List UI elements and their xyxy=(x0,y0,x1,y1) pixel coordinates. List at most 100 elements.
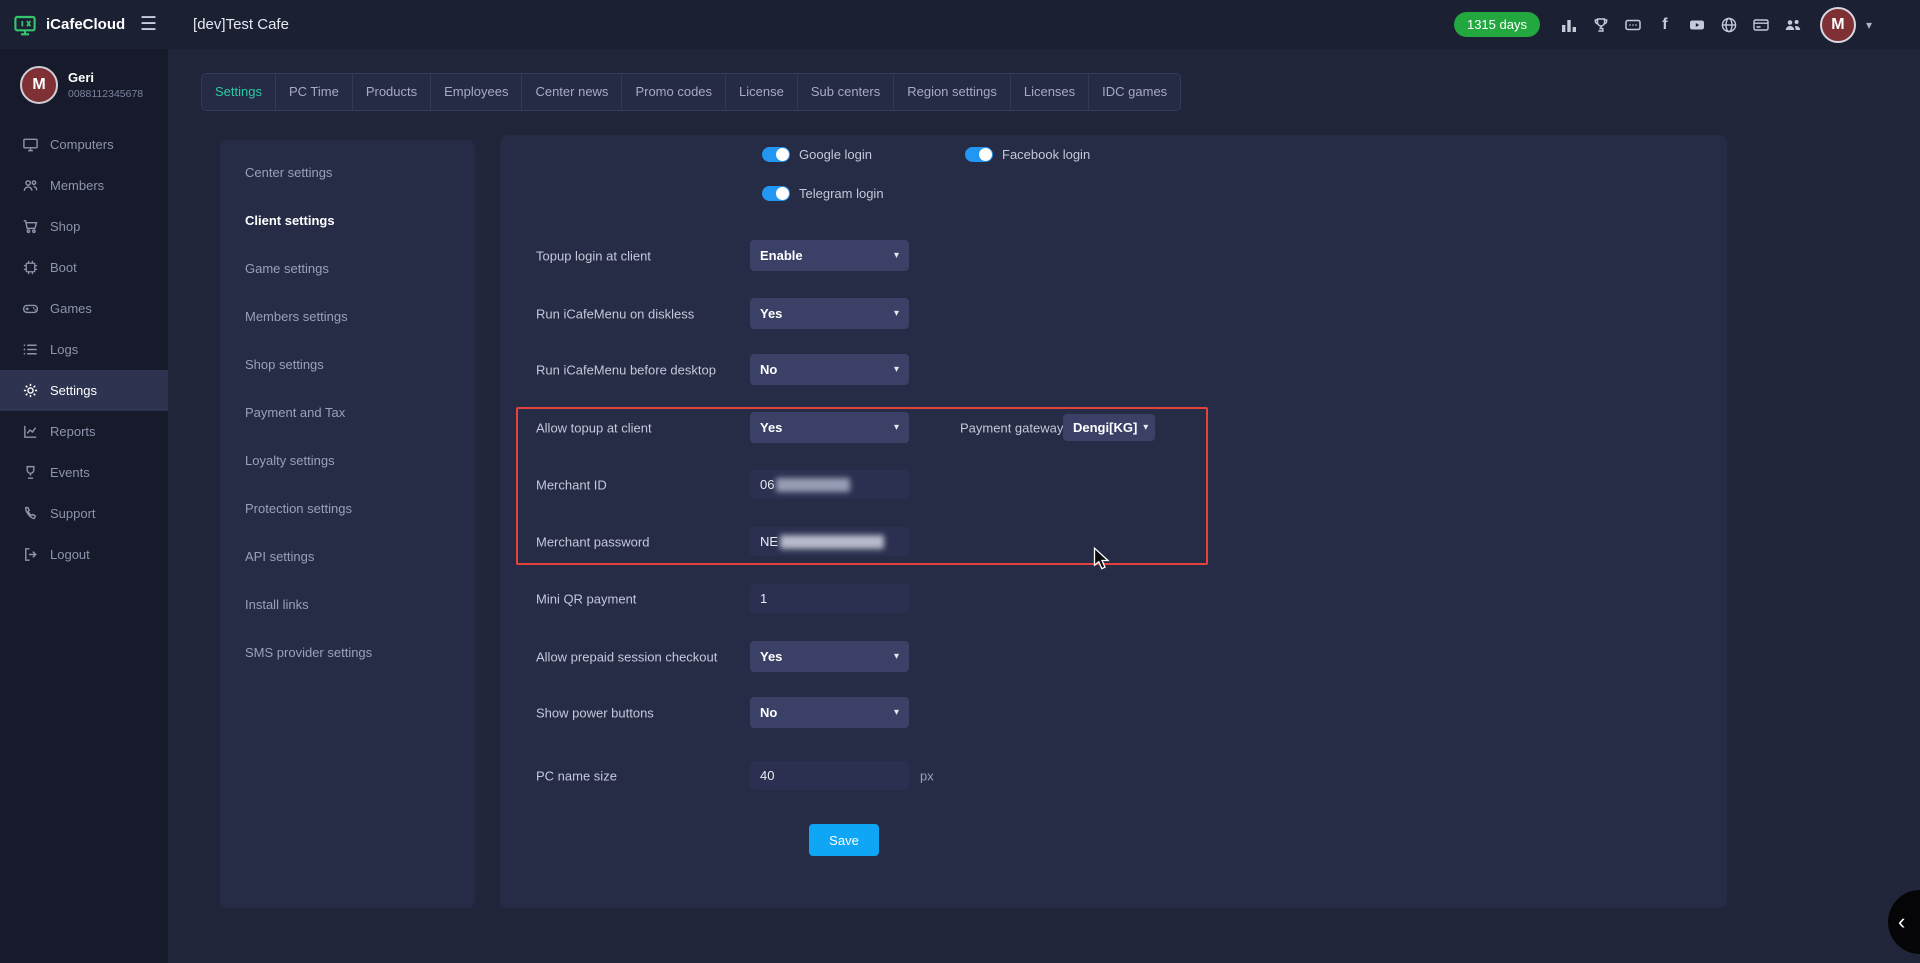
input-value: NE xyxy=(760,534,778,549)
settings-tabbar: Settings PC Time Products Employees Cent… xyxy=(201,73,1181,111)
submenu-item-members-settings[interactable]: Members settings xyxy=(220,292,475,340)
field-label: Topup login at client xyxy=(536,248,651,263)
sidebar-item-games[interactable]: Games xyxy=(0,288,168,329)
settings-submenu: Center settings Client settings Game set… xyxy=(220,140,475,908)
google-login-toggle[interactable] xyxy=(762,147,790,162)
input-value: 1 xyxy=(760,591,767,606)
select-value: Yes xyxy=(760,306,782,321)
form-row-mini-qr: Mini QR payment 1 xyxy=(500,583,1727,614)
team-icon[interactable] xyxy=(1782,14,1804,36)
submenu-item-payment-and-tax[interactable]: Payment and Tax xyxy=(220,388,475,436)
input-value: 06 xyxy=(760,477,774,492)
trophy-icon[interactable] xyxy=(1590,14,1612,36)
license-days-badge[interactable]: 1315 days xyxy=(1454,12,1540,37)
facebook-login-toggle[interactable] xyxy=(965,147,993,162)
gamepad-icon xyxy=(22,300,39,317)
select-value: Dengi[KG] xyxy=(1073,420,1137,435)
user-avatar[interactable]: M xyxy=(1820,7,1856,43)
allow-topup-select[interactable]: Yes ▾ xyxy=(750,412,909,443)
sidebar-item-label: Events xyxy=(50,465,90,480)
chevron-down-icon: ▾ xyxy=(894,250,899,261)
sidebar-item-logout[interactable]: Logout xyxy=(0,534,168,575)
monitor-icon xyxy=(22,136,39,153)
submenu-item-client-settings[interactable]: Client settings xyxy=(220,196,475,244)
submenu-item-shop-settings[interactable]: Shop settings xyxy=(220,340,475,388)
diskless-select[interactable]: Yes ▾ xyxy=(750,298,909,329)
sidebar-toggle-icon[interactable]: ☰ xyxy=(140,13,157,36)
px-suffix: px xyxy=(920,768,934,783)
tab-employees[interactable]: Employees xyxy=(431,74,522,110)
toggle-label: Google login xyxy=(799,147,872,162)
tab-settings[interactable]: Settings xyxy=(202,74,276,110)
chat-icon[interactable] xyxy=(1622,14,1644,36)
card-icon[interactable] xyxy=(1750,14,1772,36)
select-value: No xyxy=(760,362,777,377)
submenu-item-center-settings[interactable]: Center settings xyxy=(220,148,475,196)
submenu-item-game-settings[interactable]: Game settings xyxy=(220,244,475,292)
tab-region-settings[interactable]: Region settings xyxy=(894,74,1011,110)
tab-promo-codes[interactable]: Promo codes xyxy=(622,74,726,110)
youtube-icon[interactable] xyxy=(1686,14,1708,36)
stats-icon[interactable] xyxy=(1558,14,1580,36)
telegram-login-toggle[interactable] xyxy=(762,186,790,201)
globe-icon[interactable] xyxy=(1718,14,1740,36)
phone-icon xyxy=(22,505,39,522)
sidebar-item-reports[interactable]: Reports xyxy=(0,411,168,452)
mini-qr-input[interactable]: 1 xyxy=(750,584,909,613)
tab-licenses[interactable]: Licenses xyxy=(1011,74,1089,110)
chevron-down-icon: ▾ xyxy=(894,364,899,375)
pc-name-size-input[interactable]: 40 xyxy=(750,761,909,790)
submenu-item-install-links[interactable]: Install links xyxy=(220,580,475,628)
power-buttons-select[interactable]: No ▾ xyxy=(750,697,909,728)
field-label: PC name size xyxy=(536,768,617,783)
topup-login-select[interactable]: Enable ▾ xyxy=(750,240,909,271)
sidebar-item-support[interactable]: Support xyxy=(0,493,168,534)
merchant-id-input[interactable]: 06 xyxy=(750,470,909,499)
merchant-password-input[interactable]: NE xyxy=(750,527,909,556)
submenu-item-sms-provider-settings[interactable]: SMS provider settings xyxy=(220,628,475,676)
save-button[interactable]: Save xyxy=(809,824,879,856)
sidebar-item-events[interactable]: Events xyxy=(0,452,168,493)
brand-name: iCafeCloud xyxy=(46,16,125,33)
tab-pc-time[interactable]: PC Time xyxy=(276,74,353,110)
prepaid-checkout-select[interactable]: Yes ▾ xyxy=(750,641,909,672)
sidebar-item-settings[interactable]: Settings xyxy=(0,370,168,411)
submenu-item-protection-settings[interactable]: Protection settings xyxy=(220,484,475,532)
sidebar-item-shop[interactable]: Shop xyxy=(0,206,168,247)
field-label: Run iCafeMenu on diskless xyxy=(536,306,694,321)
field-label: Allow topup at client xyxy=(536,420,652,435)
trophy-icon xyxy=(22,464,39,481)
chip-icon xyxy=(22,259,39,276)
submenu-item-api-settings[interactable]: API settings xyxy=(220,532,475,580)
sidebar-item-members[interactable]: Members xyxy=(0,165,168,206)
tab-idc-games[interactable]: IDC games xyxy=(1089,74,1180,110)
sidebar-item-logs[interactable]: Logs xyxy=(0,329,168,370)
facebook-icon[interactable]: f xyxy=(1654,14,1676,36)
before-desktop-select[interactable]: No ▾ xyxy=(750,354,909,385)
field-label: Mini QR payment xyxy=(536,591,636,606)
tab-center-news[interactable]: Center news xyxy=(522,74,622,110)
sidebar-item-boot[interactable]: Boot xyxy=(0,247,168,288)
toggle-label: Facebook login xyxy=(1002,147,1090,162)
payment-gateway-select[interactable]: Dengi[KG] ▾ xyxy=(1063,414,1155,441)
cafe-title: [dev]Test Cafe xyxy=(193,16,289,33)
tab-license[interactable]: License xyxy=(726,74,798,110)
client-settings-form: Google login Facebook login Telegram log… xyxy=(500,135,1727,908)
field-label: Payment gateway xyxy=(960,420,1063,435)
cart-icon xyxy=(22,218,39,235)
sidebar-item-label: Shop xyxy=(50,219,80,234)
avatar-menu-chevron-icon[interactable]: ▾ xyxy=(1866,18,1872,32)
sidebar: M Geri 0088112345678 Computers Members S… xyxy=(0,49,168,963)
tab-products[interactable]: Products xyxy=(353,74,431,110)
field-label: Merchant ID xyxy=(536,477,607,492)
redacted-merchant-id xyxy=(776,478,850,492)
sidebar-item-computers[interactable]: Computers xyxy=(0,124,168,165)
chevron-left-icon: ‹ xyxy=(1898,911,1905,933)
facebook-login-row: Facebook login xyxy=(965,146,1090,162)
submenu-item-loyalty-settings[interactable]: Loyalty settings xyxy=(220,436,475,484)
telegram-login-row: Telegram login xyxy=(762,185,884,201)
topbar: iCafeCloud ☰ [dev]Test Cafe 1315 days f … xyxy=(0,0,1920,49)
sidebar-nav: Computers Members Shop Boot Games Logs S… xyxy=(0,124,168,575)
tab-sub-centers[interactable]: Sub centers xyxy=(798,74,894,110)
sidebar-item-label: Members xyxy=(50,178,104,193)
